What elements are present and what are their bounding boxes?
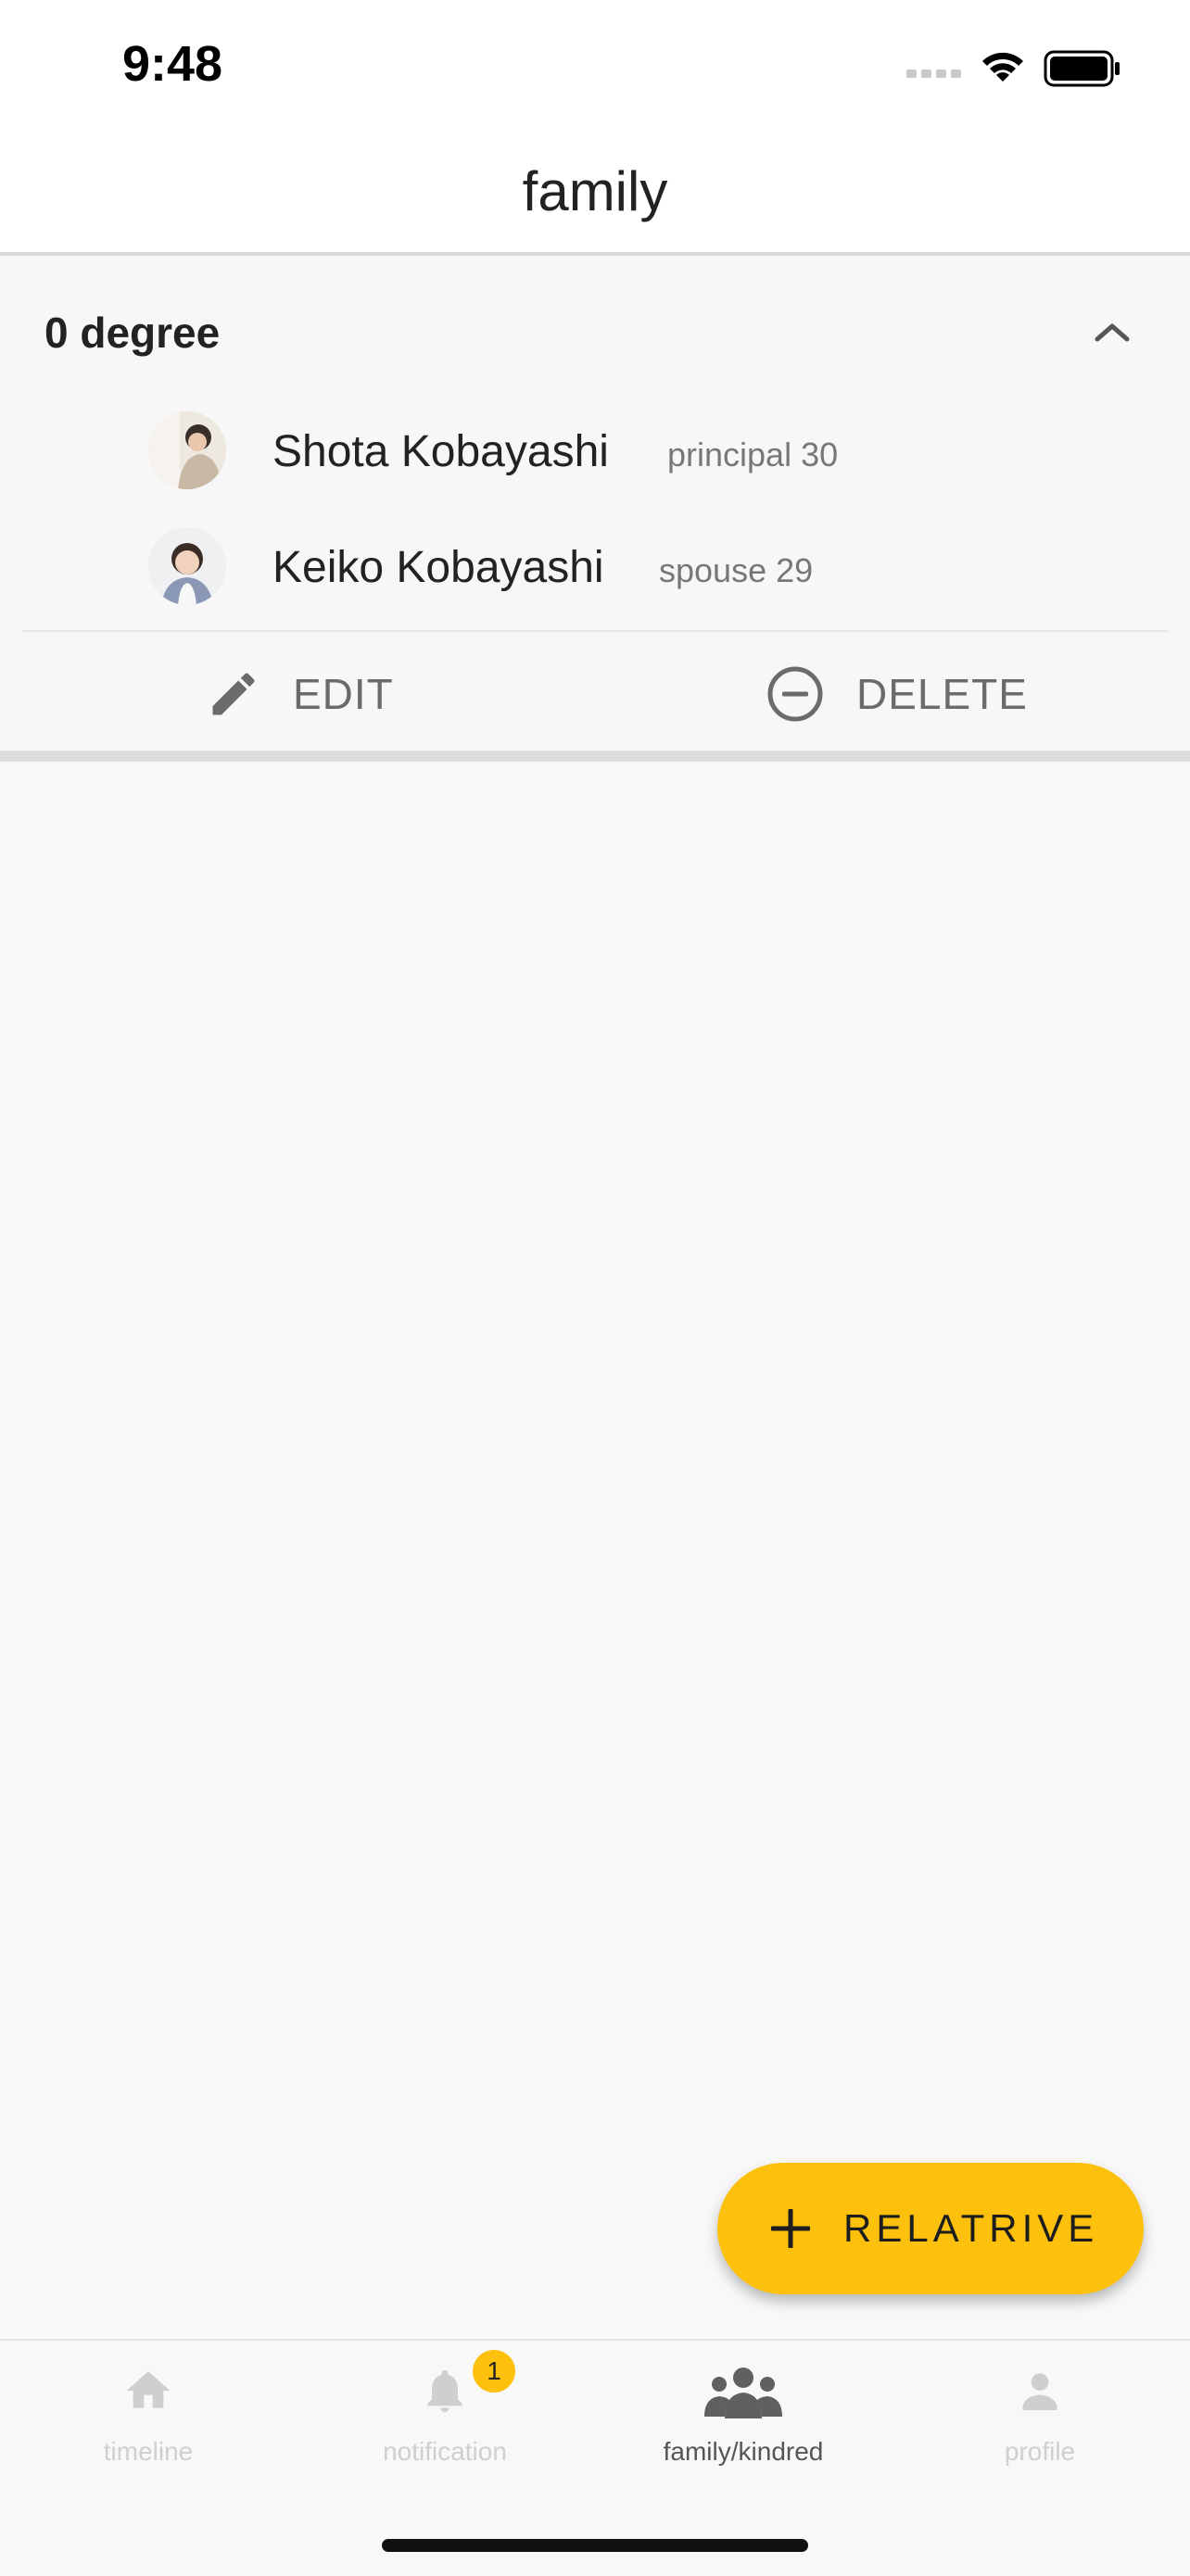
- app-bar: family: [0, 130, 1190, 256]
- remove-circle-icon: [767, 666, 823, 722]
- list-item[interactable]: Keiko Kobayashi spouse 29: [148, 527, 1168, 611]
- plus-icon: [771, 2209, 810, 2248]
- person-icon: [1022, 2373, 1057, 2410]
- status-bar: 9:48: [0, 0, 1190, 130]
- add-relative-button[interactable]: RELATRIVE: [717, 2163, 1144, 2294]
- avatar: [148, 527, 226, 605]
- tab-timeline[interactable]: timeline: [0, 2341, 297, 2480]
- tab-profile[interactable]: profile: [892, 2341, 1188, 2480]
- member-role: principal 30: [667, 436, 839, 474]
- avatar: [148, 411, 226, 489]
- delete-label: DELETE: [856, 670, 1028, 718]
- delete-button[interactable]: DELETE: [766, 654, 1028, 734]
- list-item[interactable]: Shota Kobayashi principal 30: [148, 411, 1168, 495]
- page-title: family: [522, 160, 668, 222]
- degree-section-title[interactable]: 0 degree: [44, 308, 220, 358]
- section-divider: [0, 751, 1190, 762]
- chevron-up-icon[interactable]: [1090, 311, 1134, 356]
- bell-icon: [427, 2369, 462, 2413]
- battery-icon: [1044, 50, 1120, 87]
- tab-label: timeline: [103, 2437, 194, 2466]
- tab-family-kindred[interactable]: family/kindred: [595, 2341, 892, 2480]
- edit-button[interactable]: EDIT: [206, 654, 394, 734]
- member-role: spouse 29: [659, 551, 814, 589]
- degree-section-card: 0 degree Shota Kobayashi principal 30 Ke…: [0, 263, 1190, 751]
- tab-label: profile: [1004, 2437, 1076, 2466]
- group-icon: [704, 2368, 782, 2418]
- add-relative-label: RELATRIVE: [843, 2206, 1099, 2250]
- home-indicator: [382, 2539, 808, 2552]
- edit-label: EDIT: [293, 670, 394, 718]
- wifi-icon: [982, 52, 1023, 82]
- tab-label: family/kindred: [663, 2437, 824, 2466]
- tab-notification[interactable]: 1 notification: [297, 2341, 593, 2480]
- status-time: 9:48: [122, 36, 223, 92]
- member-name: Shota Kobayashi: [272, 427, 609, 476]
- divider: [22, 630, 1168, 632]
- notification-badge: 1: [473, 2350, 515, 2393]
- tab-label: notification: [383, 2437, 507, 2466]
- home-icon: [126, 2371, 171, 2408]
- member-name: Keiko Kobayashi: [272, 543, 604, 592]
- pencil-icon: [212, 673, 255, 715]
- cellular-signal-icon: [906, 69, 961, 78]
